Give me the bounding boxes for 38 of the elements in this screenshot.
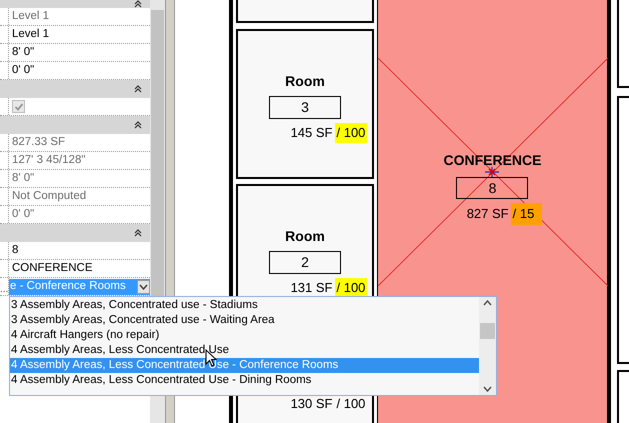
- dropdown-list[interactable]: [9, 296, 497, 396]
- room-name: Room: [285, 228, 325, 244]
- property-value[interactable]: 8' 0": [9, 44, 34, 62]
- property-value[interactable]: CONFERENCE: [9, 260, 93, 278]
- occupant-load: / 100: [336, 395, 366, 413]
- occupant-load: / 100: [334, 278, 368, 298]
- property-value[interactable]: Level 1: [9, 8, 50, 26]
- property-value[interactable]: 827.33 SF: [9, 134, 66, 152]
- room-area: 130 SF: [290, 394, 334, 414]
- room-area: 145 SF: [290, 123, 334, 143]
- property-label: ...: [0, 285, 8, 295]
- property-value[interactable]: Not Computed: [9, 188, 86, 206]
- property-value[interactable]: 127' 3 45/128": [9, 152, 86, 170]
- property-value[interactable]: 0' 0": [9, 62, 34, 80]
- collapse-icon[interactable]: [134, 85, 142, 93]
- room-number-tag[interactable]: 2: [269, 251, 341, 274]
- room-outline[interactable]: [236, 0, 374, 23]
- collapse-icon[interactable]: [134, 121, 142, 129]
- room-outline[interactable]: Room 3 145 SF / 100: [236, 29, 374, 179]
- occupant-load: / 15: [510, 203, 542, 225]
- move-handle-icon[interactable]: [485, 167, 500, 177]
- room-number-tag[interactable]: 8: [456, 177, 528, 199]
- collapse-icon[interactable]: [134, 229, 142, 237]
- property-value[interactable]: 0' 0": [9, 206, 34, 224]
- scroll-down-icon[interactable]: [483, 386, 492, 392]
- property-value[interactable]: Level 1: [9, 26, 50, 44]
- property-value[interactable]: 8: [9, 242, 18, 260]
- scrollbar[interactable]: [479, 297, 496, 395]
- room-name: Room: [285, 73, 325, 89]
- room-area: 827 SF: [466, 203, 511, 225]
- room-number-tag[interactable]: 3: [269, 96, 341, 119]
- scroll-thumb[interactable]: [480, 323, 495, 339]
- room-name: CONFERENCE: [443, 152, 542, 168]
- scroll-up-icon[interactable]: [483, 300, 492, 306]
- occupant-load: / 100: [334, 123, 368, 143]
- room-area: 131 SF: [290, 278, 334, 298]
- property-value[interactable]: 8' 0": [9, 170, 34, 188]
- collapse-icon[interactable]: [134, 0, 142, 8]
